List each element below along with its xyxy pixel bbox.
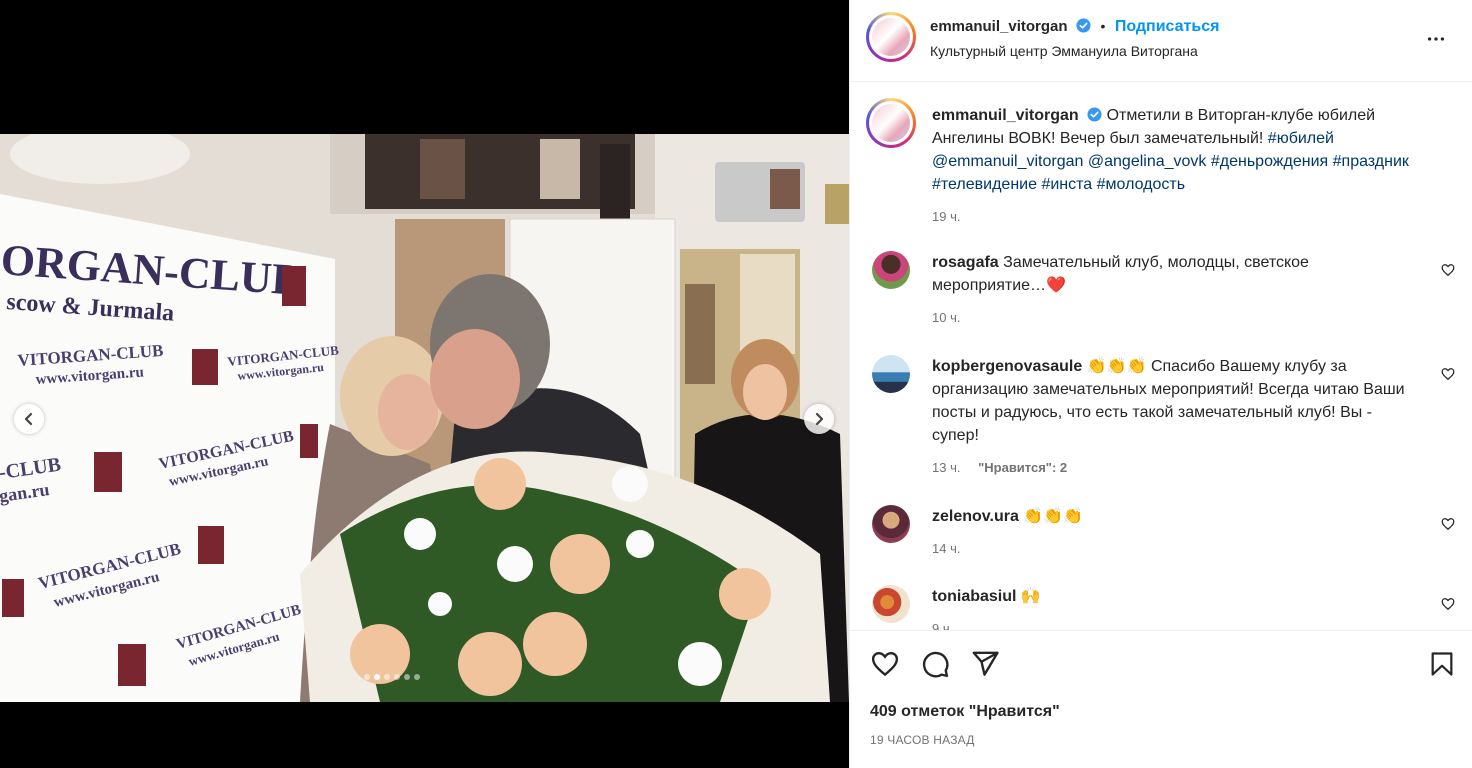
clap-emoji: 👏👏👏 xyxy=(1086,358,1147,375)
header-separator: • xyxy=(1100,18,1106,34)
hashtag-link[interactable]: #молодость xyxy=(1097,176,1185,193)
carousel-indicator xyxy=(364,674,420,680)
carousel-prev-button[interactable] xyxy=(14,404,44,434)
media-pane: ORGAN-CLUB scow & Jurmala VITORGAN-CLUB … xyxy=(0,0,849,768)
carousel-dot xyxy=(414,674,420,680)
comment-icon[interactable] xyxy=(920,649,950,679)
comment-username[interactable]: toniabasiul xyxy=(932,588,1016,605)
bookmark-icon[interactable] xyxy=(1428,649,1456,679)
comment-meta: 9 ч. xyxy=(932,617,1422,630)
post-location[interactable]: Культурный центр Эммануила Виторгана xyxy=(930,43,1198,59)
post-likes-count[interactable]: 409 отметок "Нравится" xyxy=(870,703,1060,721)
verified-badge-icon xyxy=(1087,107,1102,122)
caption-username[interactable]: emmanuil_vitorgan xyxy=(932,107,1079,124)
comment-meta: 14 ч. xyxy=(932,537,1422,560)
commenter-avatar[interactable] xyxy=(872,505,910,543)
author-avatar[interactable] xyxy=(866,98,916,148)
like-comment-heart-icon[interactable] xyxy=(1441,367,1455,381)
carousel-dot-active xyxy=(374,674,380,680)
post-side-panel: emmanuil_vitorgan • Подписаться Культурн… xyxy=(849,0,1472,768)
raised-hands-emoji: 🙌 xyxy=(1020,588,1041,605)
like-comment-heart-icon[interactable] xyxy=(1441,263,1455,277)
author-avatar[interactable] xyxy=(866,12,916,62)
comment-username[interactable]: kopbergenovasaule xyxy=(932,358,1082,375)
hashtag-link[interactable]: #деньрождения xyxy=(1211,153,1328,170)
carousel-dot xyxy=(404,674,410,680)
follow-button[interactable]: Подписаться xyxy=(1115,18,1220,35)
like-comment-heart-icon[interactable] xyxy=(1441,597,1455,611)
caption-time[interactable]: 19 ч. xyxy=(932,209,960,224)
heart-emoji: ❤️ xyxy=(1046,277,1066,294)
hashtag-link[interactable]: #юбилей xyxy=(1268,130,1334,147)
mention-link[interactable]: @angelina_vovk xyxy=(1088,153,1207,170)
post-photo: ORGAN-CLUB scow & Jurmala VITORGAN-CLUB … xyxy=(0,134,849,702)
hashtag-link[interactable]: #праздник xyxy=(1333,153,1409,170)
caption-meta: 19 ч. xyxy=(932,205,1432,228)
carousel-next-button[interactable] xyxy=(804,404,834,434)
comment-meta: 10 ч. xyxy=(932,306,1422,329)
post-time-ago[interactable]: 19 ЧАСОВ НАЗАД xyxy=(870,733,975,747)
clap-emoji: 👏👏👏 xyxy=(1023,508,1084,525)
verified-badge-icon xyxy=(1076,18,1091,33)
chevron-left-icon xyxy=(24,412,33,426)
commenter-avatar[interactable] xyxy=(872,585,910,623)
carousel-dot xyxy=(364,674,370,680)
like-comment-heart-icon[interactable] xyxy=(1441,517,1455,531)
hashtag-link[interactable]: #инста xyxy=(1041,176,1092,193)
comment-username[interactable]: rosagafa xyxy=(932,254,999,271)
post-actions: 409 отметок "Нравится" 19 ЧАСОВ НАЗАД xyxy=(850,630,1472,768)
author-username[interactable]: emmanuil_vitorgan xyxy=(930,18,1068,35)
mention-link[interactable]: @emmanuil_vitorgan xyxy=(932,153,1083,170)
carousel-dot xyxy=(394,674,400,680)
post-header: emmanuil_vitorgan • Подписаться Культурн… xyxy=(850,0,1472,82)
comment-time[interactable]: 14 ч. xyxy=(932,541,960,556)
commenter-avatar[interactable] xyxy=(872,355,910,393)
hashtag-link[interactable]: #телевидение xyxy=(932,176,1037,193)
comment-time[interactable]: 13 ч. xyxy=(932,460,960,475)
comment-time[interactable]: 9 ч. xyxy=(932,621,953,630)
comment-username[interactable]: zelenov.ura xyxy=(932,508,1019,525)
chevron-right-icon xyxy=(815,412,824,426)
comment-likes-count[interactable]: "Нравится": 2 xyxy=(978,460,1067,475)
share-icon[interactable] xyxy=(970,649,1000,679)
comment-meta: 13 ч. "Нравится": 2 xyxy=(932,456,1422,479)
commenter-avatar[interactable] xyxy=(872,251,910,289)
comments-list[interactable]: emmanuil_vitorgan Отметили в Виторган-кл… xyxy=(850,83,1472,630)
post-dialog: ORGAN-CLUB scow & Jurmala VITORGAN-CLUB … xyxy=(0,0,1472,768)
heart-icon[interactable] xyxy=(870,649,900,679)
carousel-dot xyxy=(384,674,390,680)
comment-time[interactable]: 10 ч. xyxy=(932,310,960,325)
more-icon[interactable] xyxy=(1425,28,1447,50)
